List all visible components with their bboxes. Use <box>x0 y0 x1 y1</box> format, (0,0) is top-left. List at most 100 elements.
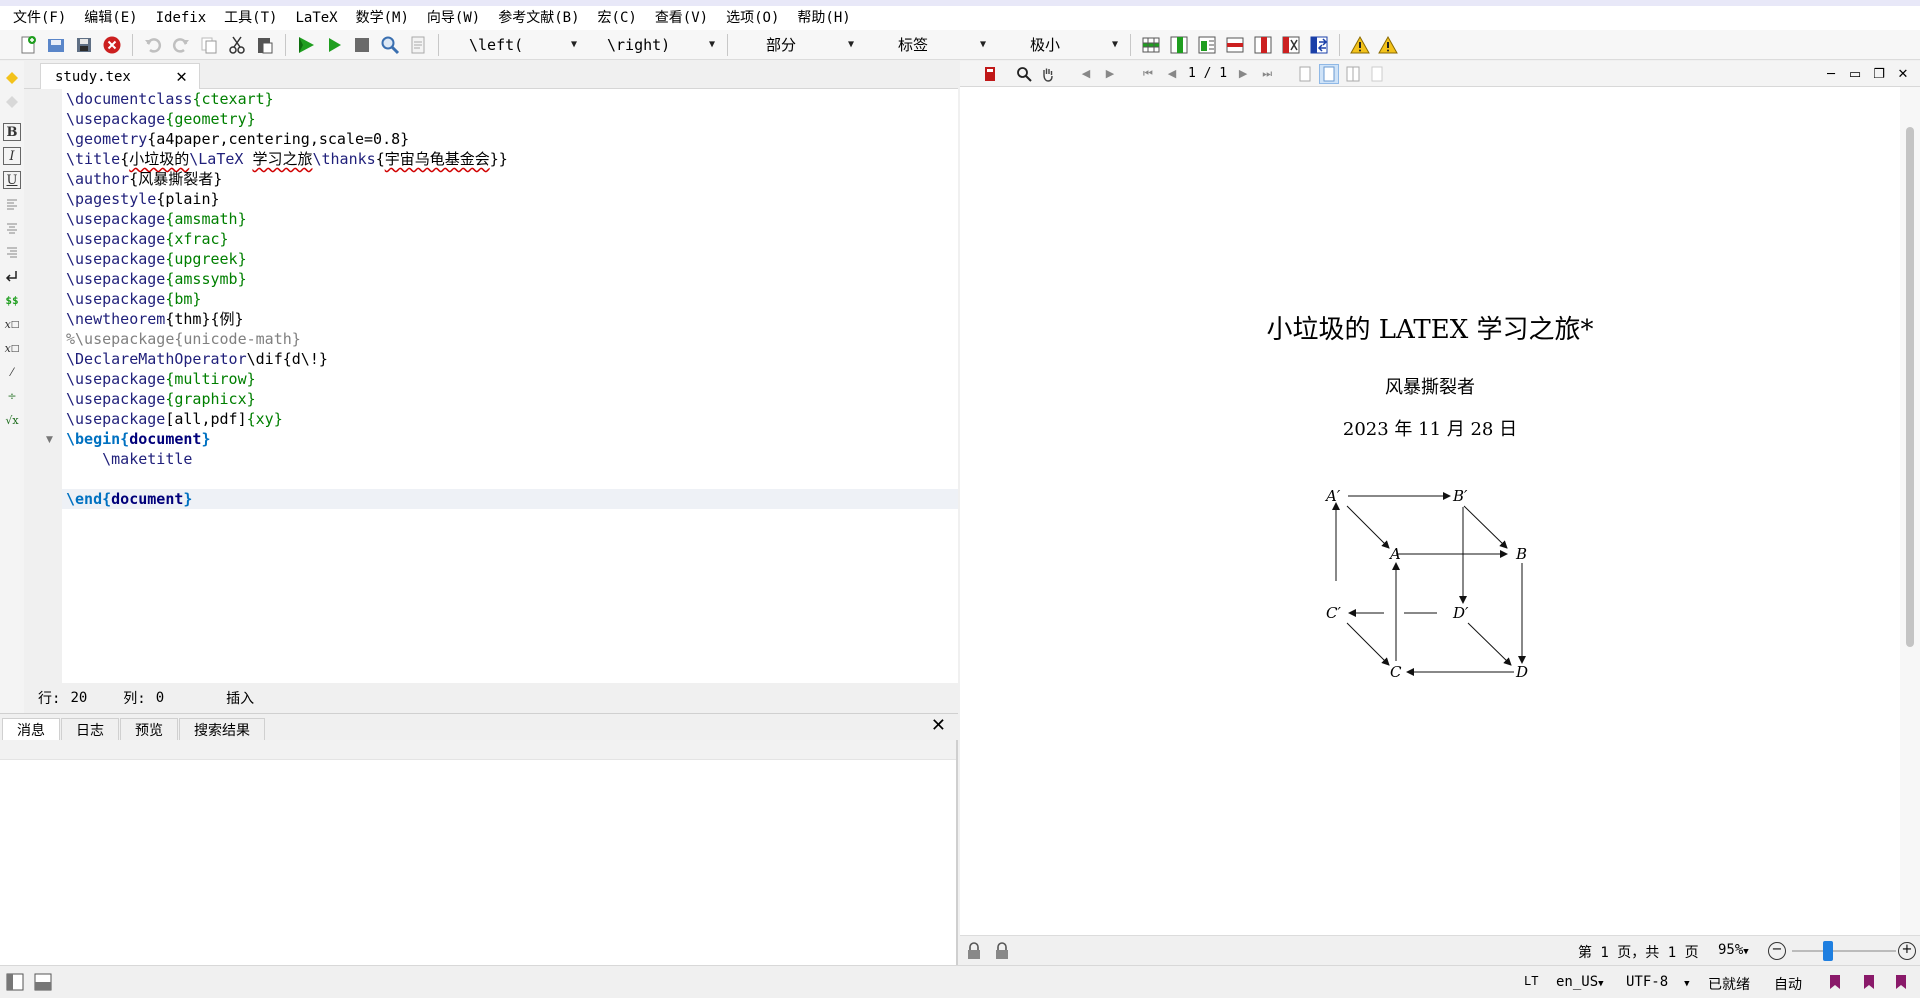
menu-item[interactable]: 宏(C) <box>589 6 646 30</box>
embed-icon[interactable]: ▭ <box>1844 63 1866 85</box>
new-file-icon[interactable] <box>17 34 39 56</box>
language-selector[interactable]: en_US▼ <box>1556 974 1604 990</box>
menu-item[interactable]: 文件(F) <box>4 6 75 30</box>
encoding-selector[interactable]: UTF-8 ▼ <box>1626 974 1690 990</box>
pdf-scrollbar[interactable] <box>1900 87 1920 935</box>
table-remove-column-icon[interactable] <box>1252 34 1274 56</box>
cut-icon[interactable] <box>226 34 248 56</box>
hand-icon[interactable] <box>1038 64 1058 84</box>
menu-item[interactable]: Idefix <box>147 6 216 30</box>
close-file-icon[interactable] <box>101 34 123 56</box>
menu-item[interactable]: 查看(V) <box>646 6 717 30</box>
favorite-icon[interactable] <box>3 93 21 111</box>
maximize-icon[interactable]: ❐ <box>1868 63 1890 85</box>
warning-alt-icon[interactable] <box>1377 34 1399 56</box>
warning-icon[interactable] <box>1349 34 1371 56</box>
fold-marker-icon[interactable]: ▼ <box>46 435 53 445</box>
align-right-icon[interactable] <box>3 243 21 261</box>
stop-icon[interactable] <box>351 34 373 56</box>
latex-mode-icon[interactable]: LT <box>1524 974 1538 988</box>
label-combo[interactable]: 标签 ▼ <box>860 33 992 57</box>
copy-icon[interactable] <box>198 34 220 56</box>
menu-item[interactable]: 编辑(E) <box>75 6 146 30</box>
undo-icon[interactable] <box>142 34 164 56</box>
save-icon[interactable] <box>73 34 95 56</box>
message-tab[interactable]: 预览 <box>120 718 178 740</box>
code-editor[interactable]: \documentclass{ctexart} \usepackage{geome… <box>62 89 958 683</box>
table-insert-column-icon[interactable] <box>1168 34 1190 56</box>
pdf-page[interactable]: 小垃圾的 LATEX 学习之旅* 风暴撕裂者 2023 年 11 月 28 日 <box>960 87 1900 935</box>
minimize-icon[interactable]: ─ <box>1820 63 1842 85</box>
size-combo[interactable]: 极小 ▼ <box>992 33 1124 57</box>
close-icon[interactable]: ✕ <box>931 715 946 736</box>
inline-math-icon[interactable]: $$ <box>3 291 21 309</box>
message-tab[interactable]: 搜索结果 <box>179 718 265 740</box>
zoom-slider[interactable] <box>1792 950 1896 952</box>
message-tab[interactable]: 消息 <box>2 718 60 740</box>
last-page-icon[interactable]: ⏭ <box>1257 64 1277 84</box>
zoom-value[interactable]: 95%▼ <box>1718 942 1749 958</box>
magnifier-icon[interactable] <box>1014 64 1034 84</box>
section-combo[interactable]: 部分 ▼ <box>734 33 860 57</box>
table-remove-row-icon[interactable] <box>1224 34 1246 56</box>
lock-icon[interactable] <box>992 941 1012 961</box>
menu-item[interactable]: 向导(W) <box>418 6 489 30</box>
underline-icon[interactable]: U <box>3 171 21 189</box>
bookmark-icon[interactable] <box>1892 973 1910 991</box>
menu-item[interactable]: 参考文献(B) <box>489 6 588 30</box>
lock-icon[interactable] <box>964 941 984 961</box>
save-all-icon[interactable] <box>45 34 67 56</box>
dfrac-icon[interactable]: ÷ <box>3 387 21 405</box>
back-icon[interactable]: ◀ <box>1076 64 1096 84</box>
bookmark-icon[interactable] <box>1860 973 1878 991</box>
paste-icon[interactable] <box>254 34 276 56</box>
menu-item[interactable]: 选项(O) <box>717 6 788 30</box>
forward-icon[interactable]: ▶ <box>1100 64 1120 84</box>
previous-page-icon[interactable]: ◀ <box>1162 64 1182 84</box>
double-page-icon[interactable] <box>1343 64 1363 84</box>
view-icon[interactable] <box>379 34 401 56</box>
pdf-sync-icon[interactable] <box>980 64 1000 84</box>
structure-view-icon[interactable] <box>6 973 24 991</box>
zoom-out-icon[interactable]: − <box>1768 942 1786 960</box>
table-swap-icon[interactable] <box>1308 34 1330 56</box>
file-tab[interactable]: study.tex ✕ <box>40 63 200 89</box>
close-icon[interactable]: ✕ <box>176 66 187 87</box>
single-page-icon[interactable] <box>1295 64 1315 84</box>
page-indicator[interactable]: 1 / 1 <box>1188 66 1227 81</box>
build-and-view-icon[interactable] <box>295 34 317 56</box>
newline-icon[interactable] <box>3 267 21 285</box>
menu-item[interactable]: 数学(M) <box>347 6 418 30</box>
bookmark-icon[interactable] <box>3 69 21 87</box>
italic-icon[interactable]: I <box>3 147 21 165</box>
close-icon[interactable]: ✕ <box>1892 63 1914 85</box>
menu-item[interactable]: 帮助(H) <box>788 6 859 30</box>
auto-status[interactable]: 自动 <box>1774 974 1802 994</box>
right-delimiter-combo[interactable]: \right) ▼ <box>583 33 721 57</box>
zoom-slider-thumb[interactable] <box>1823 941 1834 961</box>
compile-icon[interactable] <box>323 34 345 56</box>
left-delimiter-combo[interactable]: \left(▼ <box>445 33 583 57</box>
menu-item[interactable]: LaTeX <box>286 6 346 30</box>
next-page-icon[interactable]: ▶ <box>1233 64 1253 84</box>
table-insert-row-icon[interactable] <box>1140 34 1162 56</box>
message-tab[interactable]: 日志 <box>61 718 119 740</box>
log-icon[interactable] <box>407 34 429 56</box>
redo-icon[interactable] <box>170 34 192 56</box>
align-left-icon[interactable] <box>3 195 21 213</box>
sqrt-icon[interactable]: √x <box>3 411 21 429</box>
table-align-icon[interactable] <box>1196 34 1218 56</box>
bookmark-icon[interactable] <box>1826 973 1844 991</box>
message-view-icon[interactable] <box>34 973 52 991</box>
fraction-icon[interactable]: ⁄ <box>3 363 21 381</box>
fit-width-icon[interactable] <box>1319 63 1340 84</box>
align-center-icon[interactable] <box>3 219 21 237</box>
superscript-icon[interactable]: x □ <box>3 339 21 357</box>
table-remove-cell-icon[interactable] <box>1280 34 1302 56</box>
first-page-icon[interactable]: ⏮ <box>1138 64 1158 84</box>
continuous-icon[interactable] <box>1367 64 1387 84</box>
menu-item[interactable]: 工具(T) <box>215 6 286 30</box>
subscript-icon[interactable]: x □ <box>3 315 21 333</box>
scrollbar-thumb[interactable] <box>1906 127 1914 647</box>
bold-icon[interactable]: B <box>3 123 21 141</box>
